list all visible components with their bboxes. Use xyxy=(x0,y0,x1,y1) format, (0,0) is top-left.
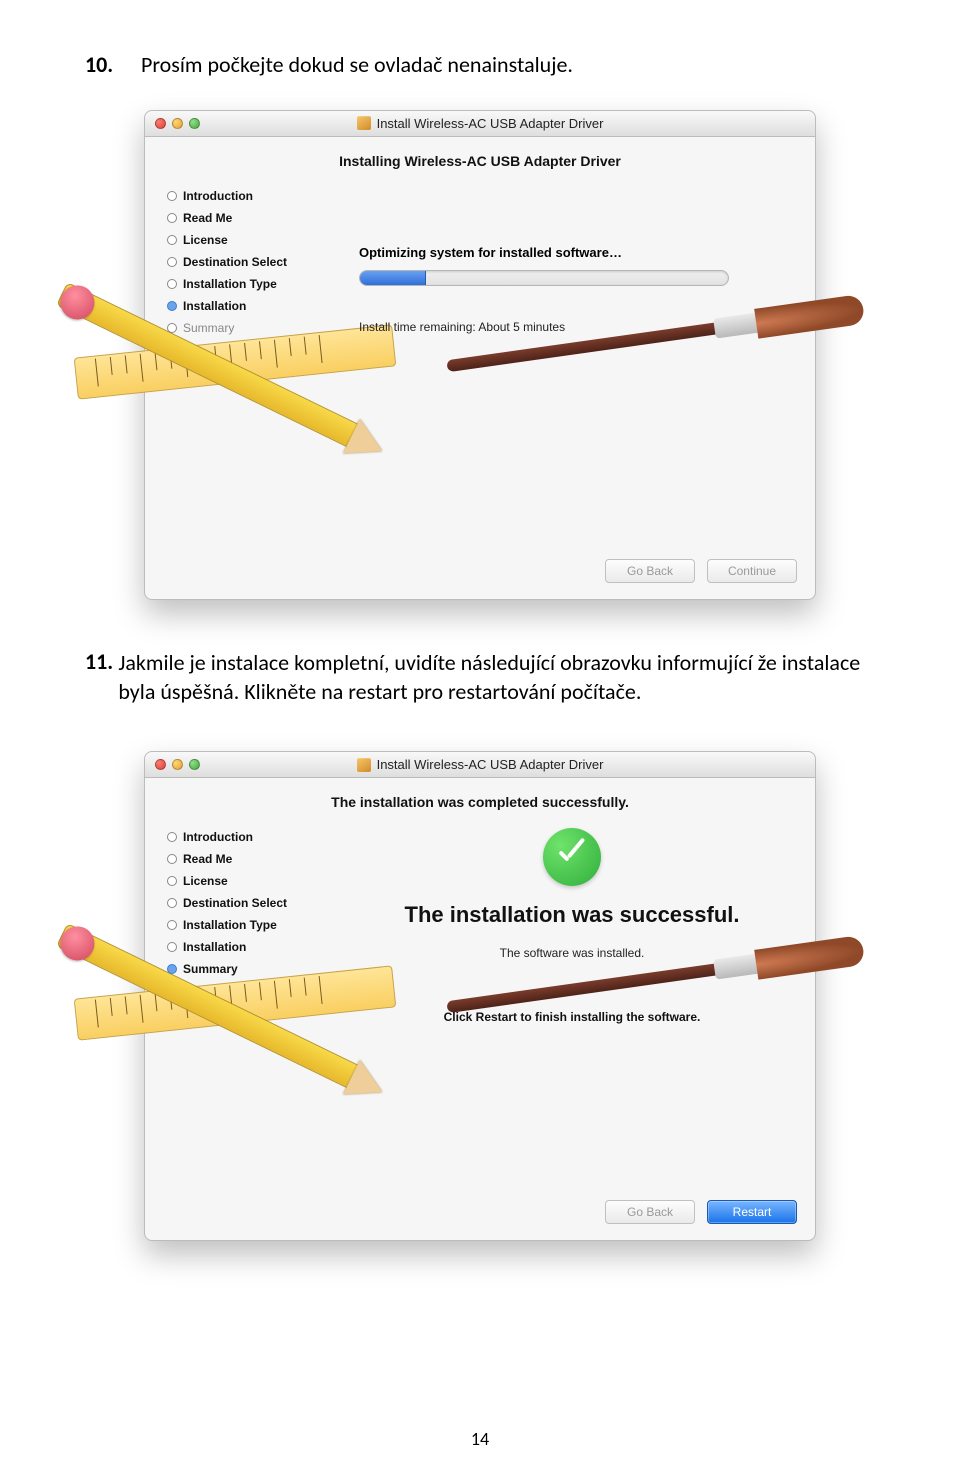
step-text: Jakmile je instalace kompletní, uvidíte … xyxy=(118,648,875,707)
restart-instruction: Click Restart to finish installing the s… xyxy=(359,1010,785,1024)
sidebar-item-summary: Summary xyxy=(167,317,335,339)
go-back-button[interactable]: Go Back xyxy=(605,559,695,583)
sidebar-item-summary: Summary xyxy=(167,958,335,980)
sidebar-item-installation: Installation xyxy=(167,295,335,317)
sidebar-item-destination: Destination Select xyxy=(167,251,335,273)
window-title: Install Wireless-AC USB Adapter Driver xyxy=(377,757,604,772)
zoom-icon[interactable] xyxy=(189,759,200,770)
window-controls[interactable] xyxy=(155,759,200,770)
sidebar-item-destination: Destination Select xyxy=(167,892,335,914)
sidebar-item-install-type: Installation Type xyxy=(167,914,335,936)
restart-button[interactable]: Restart xyxy=(707,1200,797,1224)
success-subtext: The software was installed. xyxy=(359,946,785,960)
installer-subtitle: The installation was completed successfu… xyxy=(145,778,815,816)
package-icon xyxy=(357,116,371,130)
go-back-button[interactable]: Go Back xyxy=(605,1200,695,1224)
step-number: 11. xyxy=(85,648,118,675)
sidebar-item-install-type: Installation Type xyxy=(167,273,335,295)
sidebar-item-introduction: Introduction xyxy=(167,826,335,848)
window-title: Install Wireless-AC USB Adapter Driver xyxy=(377,116,604,131)
checkmark-icon xyxy=(543,828,601,886)
success-heading: The installation was successful. xyxy=(359,902,785,928)
step-11: 11. Jakmile je instalace kompletní, uvid… xyxy=(85,648,875,707)
sidebar-item-license: License xyxy=(167,870,335,892)
screenshot-installing: Install Wireless-AC USB Adapter Driver I… xyxy=(85,110,875,600)
installer-subtitle: Installing Wireless-AC USB Adapter Drive… xyxy=(145,137,815,175)
window-titlebar: Install Wireless-AC USB Adapter Driver xyxy=(145,111,815,137)
installer-sidebar: Introduction Read Me License Destination… xyxy=(145,816,335,1176)
screenshot-success: Install Wireless-AC USB Adapter Driver T… xyxy=(85,751,875,1241)
continue-button[interactable]: Continue xyxy=(707,559,797,583)
sidebar-item-readme: Read Me xyxy=(167,848,335,870)
progress-bar xyxy=(359,270,729,286)
sidebar-item-license: License xyxy=(167,229,335,251)
step-10: 10. Prosím počkejte dokud se ovladač nen… xyxy=(85,50,875,80)
package-icon xyxy=(357,758,371,772)
window-titlebar: Install Wireless-AC USB Adapter Driver xyxy=(145,752,815,778)
sidebar-item-readme: Read Me xyxy=(167,207,335,229)
zoom-icon[interactable] xyxy=(189,118,200,129)
minimize-icon[interactable] xyxy=(172,118,183,129)
window-controls[interactable] xyxy=(155,118,200,129)
sidebar-item-installation: Installation xyxy=(167,936,335,958)
close-icon[interactable] xyxy=(155,118,166,129)
progress-status-label: Optimizing system for installed software… xyxy=(359,245,785,260)
sidebar-item-introduction: Introduction xyxy=(167,185,335,207)
step-text: Prosím počkejte dokud se ovladač nenains… xyxy=(141,50,573,80)
installer-sidebar: Introduction Read Me License Destination… xyxy=(145,175,335,535)
step-number: 10. xyxy=(85,51,141,78)
time-remaining-label: Install time remaining: About 5 minutes xyxy=(359,320,785,334)
minimize-icon[interactable] xyxy=(172,759,183,770)
page-number: 14 xyxy=(0,1428,960,1450)
close-icon[interactable] xyxy=(155,759,166,770)
progress-bar-fill xyxy=(360,271,426,285)
